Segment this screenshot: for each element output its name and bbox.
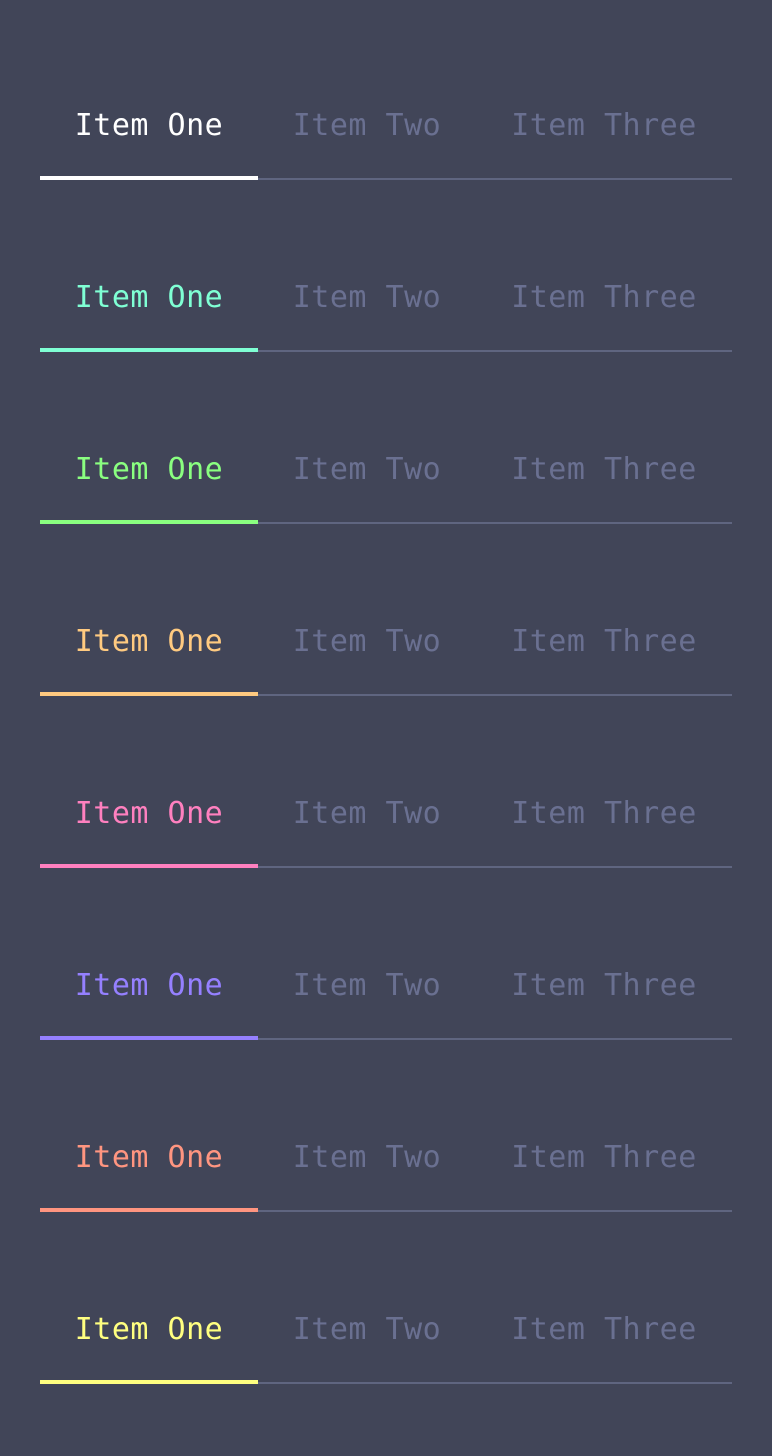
tab-item-two[interactable]: Item Two	[258, 172, 476, 352]
tab-label: Item Two	[292, 624, 442, 659]
tab-item-two[interactable]: Item Two	[258, 344, 476, 524]
tab-label: Item Two	[292, 796, 442, 831]
tab-bar-pink: Item One Item Two Item Three	[40, 688, 732, 868]
tab-bar-orange: Item One Item Two Item Three	[40, 516, 732, 696]
tab-label: Item One	[74, 1312, 224, 1347]
tab-item-one[interactable]: Item One	[40, 344, 258, 524]
tab-item-two[interactable]: Item Two	[258, 1204, 476, 1384]
active-tab-indicator	[40, 692, 258, 696]
tab-label: Item Two	[292, 968, 442, 1003]
active-tab-indicator	[40, 1036, 258, 1040]
tab-label: Item One	[74, 796, 224, 831]
tab-label: Item Three	[511, 796, 697, 831]
tab-label: Item One	[74, 968, 224, 1003]
tab-label: Item Three	[511, 968, 697, 1003]
tab-label: Item One	[74, 624, 224, 659]
tab-item-three[interactable]: Item Three	[476, 1032, 732, 1212]
tab-bar-salmon: Item One Item Two Item Three	[40, 1032, 732, 1212]
tab-label: Item One	[74, 108, 224, 143]
tab-bar-purple: Item One Item Two Item Three	[40, 860, 732, 1040]
tab-label: Item Three	[511, 1140, 697, 1175]
tab-label: Item Three	[511, 108, 697, 143]
tab-item-two[interactable]: Item Two	[258, 860, 476, 1040]
active-tab-indicator	[40, 176, 258, 180]
tab-label: Item Two	[292, 280, 442, 315]
tab-bar-stack: Item One Item Two Item Three Item One It…	[0, 0, 772, 1456]
tab-item-one[interactable]: Item One	[40, 516, 258, 696]
active-tab-indicator	[40, 348, 258, 352]
tab-bar-white: Item One Item Two Item Three	[40, 0, 732, 180]
active-tab-indicator	[40, 864, 258, 868]
tab-item-one[interactable]: Item One	[40, 0, 258, 180]
tab-item-three[interactable]: Item Three	[476, 1204, 732, 1384]
active-tab-indicator	[40, 520, 258, 524]
tab-item-one[interactable]: Item One	[40, 1204, 258, 1384]
tab-item-three[interactable]: Item Three	[476, 688, 732, 868]
tab-label: Item Two	[292, 1140, 442, 1175]
tab-label: Item Three	[511, 624, 697, 659]
tab-item-two[interactable]: Item Two	[258, 1032, 476, 1212]
tab-bar-yellow: Item One Item Two Item Three	[40, 1204, 732, 1384]
tab-label: Item Two	[292, 1312, 442, 1347]
active-tab-indicator	[40, 1208, 258, 1212]
tab-item-one[interactable]: Item One	[40, 688, 258, 868]
tab-label: Item Three	[511, 452, 697, 487]
tab-item-two[interactable]: Item Two	[258, 688, 476, 868]
tab-item-one[interactable]: Item One	[40, 172, 258, 352]
tab-item-two[interactable]: Item Two	[258, 516, 476, 696]
tab-label: Item Three	[511, 1312, 697, 1347]
tab-item-three[interactable]: Item Three	[476, 344, 732, 524]
tab-bar-green: Item One Item Two Item Three	[40, 344, 732, 524]
tab-item-three[interactable]: Item Three	[476, 860, 732, 1040]
tab-item-three[interactable]: Item Three	[476, 516, 732, 696]
tab-label: Item Three	[511, 280, 697, 315]
tab-item-one[interactable]: Item One	[40, 860, 258, 1040]
tab-item-one[interactable]: Item One	[40, 1032, 258, 1212]
tab-label: Item One	[74, 452, 224, 487]
tab-item-three[interactable]: Item Three	[476, 172, 732, 352]
tab-label: Item One	[74, 280, 224, 315]
tab-label: Item Two	[292, 108, 442, 143]
tab-bar-cyan: Item One Item Two Item Three	[40, 172, 732, 352]
tab-item-two[interactable]: Item Two	[258, 0, 476, 180]
tab-label: Item Two	[292, 452, 442, 487]
active-tab-indicator	[40, 1380, 258, 1384]
tab-item-three[interactable]: Item Three	[476, 0, 732, 180]
tab-label: Item One	[74, 1140, 224, 1175]
